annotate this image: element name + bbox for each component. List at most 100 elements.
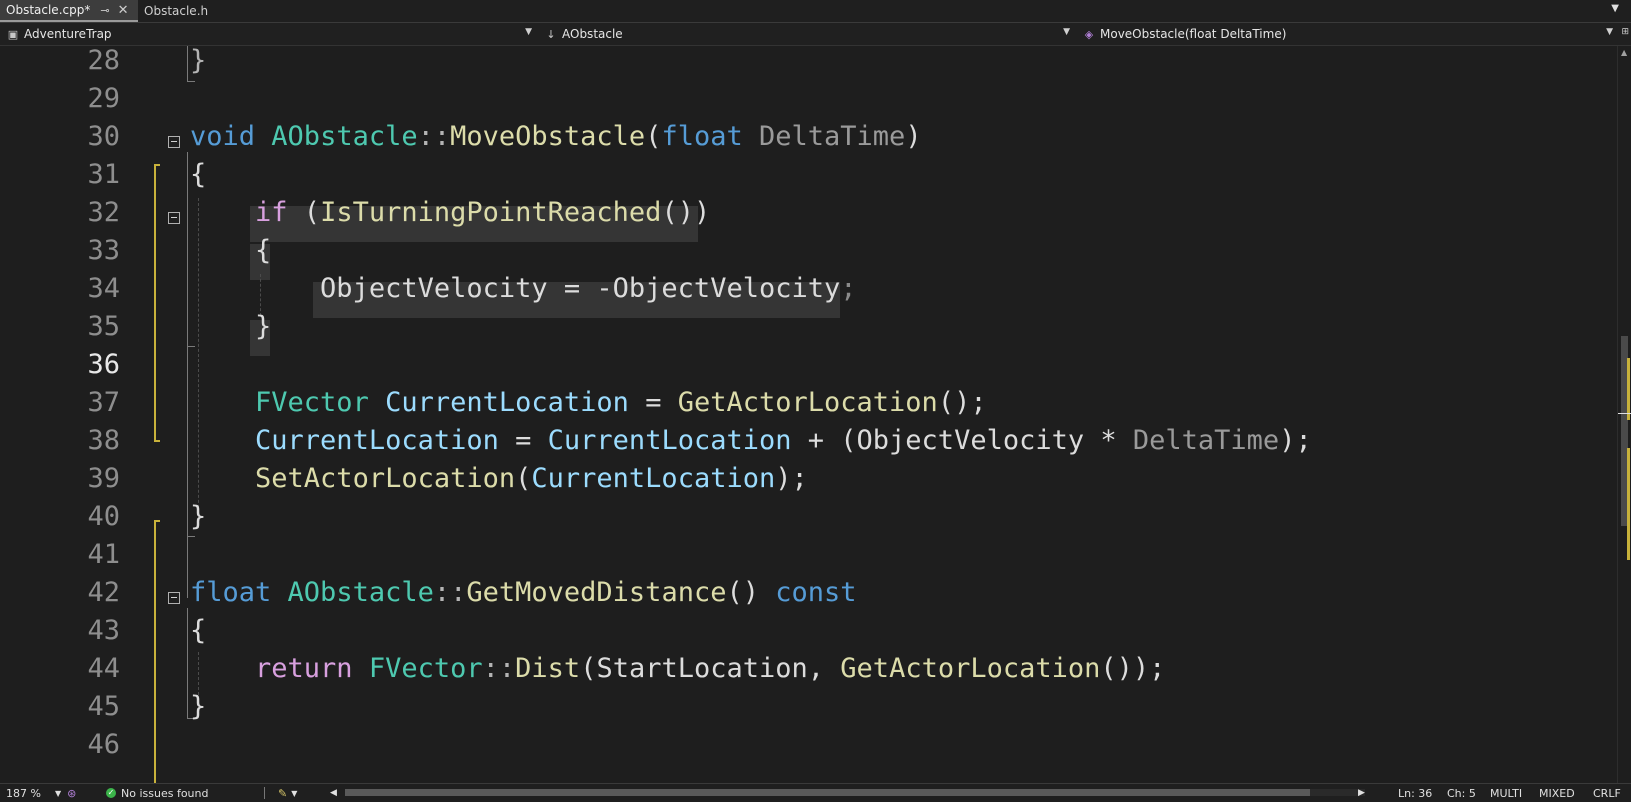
code-token: (); xyxy=(937,387,987,418)
code-token: CurrentLocation xyxy=(385,387,629,418)
code-token: = xyxy=(498,425,548,456)
split-window-icon[interactable]: ⊞ xyxy=(1621,27,1629,37)
line-number: 30 xyxy=(87,121,120,152)
check-icon: ✓ xyxy=(106,788,116,798)
code-token: GetActorLocation xyxy=(840,653,1101,684)
change-marker xyxy=(1627,448,1630,560)
code-token: GetActorLocation xyxy=(677,387,938,418)
scroll-left-icon[interactable]: ◀ xyxy=(330,784,337,802)
navigation-bar: ▣ AdventureTrap ▼ ↓ AObstacle ▼ ◈ MoveOb… xyxy=(0,23,1631,46)
code-token: } xyxy=(190,501,207,532)
code-token: ()); xyxy=(1100,653,1166,684)
fold-guide xyxy=(187,152,188,598)
code-token: Dist xyxy=(515,653,581,684)
horizontal-scrollbar[interactable] xyxy=(345,789,1365,796)
code-line: { xyxy=(190,612,206,650)
code-line: CurrentLocation = CurrentLocation + (Obj… xyxy=(190,422,1312,460)
project-label: AdventureTrap xyxy=(24,27,112,41)
scroll-up-icon[interactable]: ▲ xyxy=(1621,48,1627,57)
method-icon: ◈ xyxy=(1084,27,1094,41)
code-line: { xyxy=(190,156,206,194)
code-token: SetActorLocation xyxy=(255,463,516,494)
code-token: :: xyxy=(433,577,467,608)
line-number: 28 xyxy=(87,46,120,76)
copilot-icon[interactable]: ⊛ xyxy=(67,787,76,800)
line-number: 34 xyxy=(87,273,120,304)
class-scope-icon: ↓ xyxy=(546,27,556,41)
code-token: const xyxy=(775,577,857,608)
code-token: ) xyxy=(905,121,922,152)
close-icon[interactable]: ✕ xyxy=(118,3,129,18)
line-number: 29 xyxy=(87,83,120,114)
line-number: 31 xyxy=(87,159,120,190)
code-line: if (IsTurningPointReached()) xyxy=(190,194,710,232)
code-token: ()) xyxy=(661,197,711,228)
collapse-icon[interactable] xyxy=(168,212,180,224)
encoding-indicator[interactable]: MIXED xyxy=(1539,784,1575,802)
code-token: AObstacle xyxy=(271,121,418,152)
line-number: 33 xyxy=(87,235,120,266)
vertical-scrollbar[interactable]: ▲ xyxy=(1617,46,1631,783)
code-line: float AObstacle::GetMovedDistance() cons… xyxy=(190,574,857,612)
line-number: 39 xyxy=(87,463,120,494)
tabs-spaces-indicator[interactable]: MULTI xyxy=(1490,784,1522,802)
code-editor[interactable]: 28 29 30 31 32 33 34 35 36 37 38 39 40 41 42 43 44 45 46 }… xyxy=(0,46,1617,783)
code-token: CurrentLocation xyxy=(531,463,776,494)
code-token: FVector xyxy=(255,387,369,418)
pin-icon[interactable]: ⊸ xyxy=(100,4,109,17)
column-indicator[interactable]: Ch: 5 xyxy=(1447,784,1476,802)
line-number: 38 xyxy=(87,425,120,456)
code-token: GetMovedDistance xyxy=(466,577,727,608)
tab-obstacle-cpp[interactable]: Obstacle.cpp* ⊸ ✕ xyxy=(0,0,138,22)
tab-obstacle-h[interactable]: Obstacle.h xyxy=(138,0,234,22)
code-token: ); xyxy=(1279,425,1312,456)
code-token: DeltaTime xyxy=(1132,425,1280,456)
line-number: 45 xyxy=(87,691,120,722)
code-token: ObjectVelocity xyxy=(856,425,1085,456)
code-token: = - xyxy=(547,273,613,304)
issues-indicator[interactable]: ✓ No issues found xyxy=(106,784,208,802)
code-token: ( xyxy=(515,463,532,494)
code-line: } xyxy=(190,46,206,80)
code-token: :: xyxy=(417,121,451,152)
code-token: ( xyxy=(287,197,321,228)
zoom-level: 187 % xyxy=(6,786,41,800)
code-token: if xyxy=(255,197,288,228)
project-dropdown[interactable]: ▣ AdventureTrap ▼ xyxy=(6,23,536,45)
chevron-down-icon: ▼ xyxy=(1063,27,1070,37)
code-token: ObjectVelocity xyxy=(612,273,841,304)
line-number: 40 xyxy=(87,501,120,532)
code-token: IsTurningPointReached xyxy=(320,197,662,228)
tab-label: Obstacle.h xyxy=(144,4,209,18)
code-cleanup-dropdown[interactable]: ✎ ▼ xyxy=(278,784,297,802)
fold-guide xyxy=(187,608,188,718)
chevron-down-icon: ▼ xyxy=(54,788,62,798)
code-token: + ( xyxy=(791,425,857,456)
code-token: return xyxy=(255,653,353,684)
scroll-right-icon[interactable]: ▶ xyxy=(1358,784,1365,802)
line-number: 37 xyxy=(87,387,120,418)
line-indicator[interactable]: Ln: 36 xyxy=(1398,784,1432,802)
code-line: void AObstacle::MoveObstacle(float Delta… xyxy=(190,118,922,156)
collapse-icon[interactable] xyxy=(168,136,180,148)
zoom-dropdown[interactable]: 187 % ▼ ⊛ xyxy=(6,784,76,802)
class-dropdown[interactable]: ↓ AObstacle ▼ xyxy=(544,23,1074,45)
line-endings-indicator[interactable]: CRLF xyxy=(1593,784,1621,802)
collapse-icon[interactable] xyxy=(168,592,180,604)
code-token: } xyxy=(190,311,272,342)
tab-list-dropdown-icon[interactable]: ▼ xyxy=(1611,3,1619,14)
scrollbar-thumb[interactable] xyxy=(345,789,1310,796)
issues-label: No issues found xyxy=(121,786,209,800)
code-token: () xyxy=(726,577,776,608)
member-dropdown[interactable]: ◈ MoveObstacle(float DeltaTime) ▼ xyxy=(1082,23,1617,45)
code-line: } xyxy=(190,308,271,346)
code-line: ObjectVelocity = -ObjectVelocity; xyxy=(190,270,856,308)
code-token: float xyxy=(190,577,272,608)
divider xyxy=(264,787,265,799)
code-token: } xyxy=(190,691,207,722)
fold-guide xyxy=(187,346,195,347)
